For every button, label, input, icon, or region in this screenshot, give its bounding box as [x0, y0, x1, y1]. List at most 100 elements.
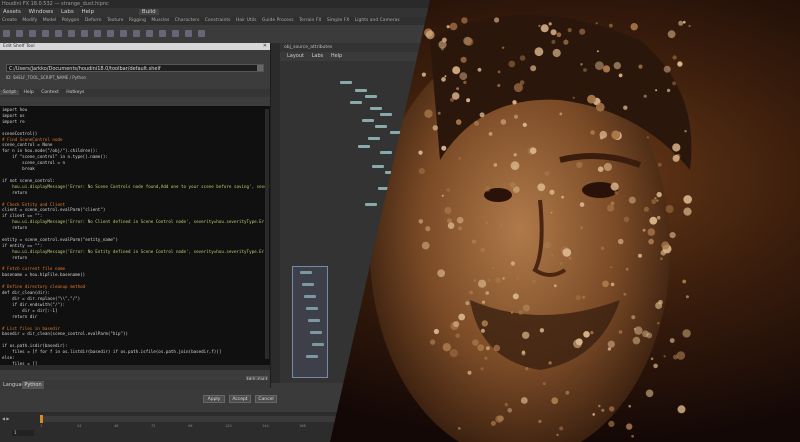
network-node[interactable] [372, 165, 384, 168]
play-controls-icon[interactable]: ◀ ▶ [2, 416, 9, 421]
file-browse-icon[interactable] [257, 65, 263, 71]
dust-particle [510, 261, 516, 266]
language-select[interactable]: Python [22, 381, 44, 389]
network-node[interactable] [355, 89, 367, 92]
frame-field[interactable]: 1 [12, 430, 34, 436]
dust-particle [602, 65, 611, 73]
network-node[interactable] [365, 95, 377, 98]
network-node[interactable] [370, 107, 382, 110]
dust-particle [544, 171, 550, 176]
shelf-tab[interactable]: Rigging [127, 18, 148, 23]
font-tool-icon[interactable] [120, 30, 127, 37]
dust-particle [487, 278, 491, 282]
apply-button[interactable]: Apply [203, 395, 225, 403]
dust-particle [614, 191, 619, 195]
pane-divider[interactable] [270, 43, 280, 383]
dust-particle [657, 322, 660, 325]
network-tab[interactable]: obj_source_attributes [280, 43, 430, 52]
menu-labs[interactable]: Labs [58, 9, 77, 15]
shelf-tab[interactable]: Simple FX [325, 18, 351, 23]
menu-help[interactable]: Help [79, 9, 98, 15]
network-node[interactable] [368, 137, 380, 140]
metaball-tool-icon[interactable] [159, 30, 166, 37]
curve-tool-icon[interactable] [81, 30, 88, 37]
horizontal-scrollbar[interactable] [0, 365, 270, 370]
platonic-tool-icon[interactable] [133, 30, 140, 37]
shelf-tab[interactable]: Model [41, 18, 59, 23]
network-node[interactable] [375, 125, 387, 128]
dust-particle [655, 89, 658, 92]
dust-particle [643, 206, 649, 212]
dust-particle [575, 294, 581, 301]
box-tool-icon[interactable] [16, 30, 23, 37]
network-node[interactable] [362, 119, 374, 122]
shelf-tab[interactable]: Terrain FX [297, 18, 323, 23]
desktop-selector[interactable]: Build [138, 9, 159, 15]
lsystem-tool-icon[interactable] [146, 30, 153, 37]
dust-particle [633, 327, 637, 331]
tab-hotkeys[interactable]: Hotkeys [63, 90, 87, 95]
dust-particle [562, 248, 572, 257]
network-menu-help[interactable]: Help [328, 53, 345, 59]
shelf-file-path-field[interactable]: C:/Users/Jarkko/Documents/houdini18.0/to… [6, 64, 264, 72]
language-row: Language Python [0, 380, 270, 390]
camera-tool-icon[interactable] [185, 30, 192, 37]
sphere-tool-icon[interactable] [3, 30, 10, 37]
script-editor[interactable]: import hou import os import re sceneCont… [0, 106, 270, 365]
code-line: if dir.endswith("/"): [12, 301, 66, 307]
shelf-tab[interactable]: Lights and Cameras [353, 18, 402, 23]
circle-tool-icon[interactable] [68, 30, 75, 37]
tab-context[interactable]: Context [38, 90, 62, 95]
network-node[interactable] [380, 113, 392, 116]
network-node[interactable] [365, 203, 377, 206]
tab-help[interactable]: Help [21, 90, 37, 95]
spray-paint-tool-icon[interactable] [107, 30, 114, 37]
shelf-tab[interactable]: Guide Process [260, 18, 296, 23]
code-line: # List files in basedir [2, 325, 60, 331]
menu-windows[interactable]: Windows [26, 9, 57, 15]
shelf-file-path: C:/Users/Jarkko/Documents/houdini18.0/to… [9, 66, 161, 72]
network-node[interactable] [358, 145, 370, 148]
dust-particle [516, 276, 520, 280]
network-menu-layout[interactable]: Layout [284, 53, 307, 59]
dust-particle [458, 427, 461, 430]
dust-particle [540, 24, 549, 33]
edit-tool-dialog: Edit Shelf Tool ✕ C:/Users/Jarkko/Docume… [0, 43, 271, 388]
selected-node-group[interactable] [292, 266, 328, 378]
accept-button[interactable]: Accept [229, 395, 251, 403]
code-line: basename = hou.hipFile.basename() [2, 272, 86, 278]
shelf-tab[interactable]: Constraints [203, 18, 233, 23]
path-tool-icon[interactable] [94, 30, 101, 37]
tab-script[interactable]: Script [0, 90, 20, 95]
current-frame-marker[interactable] [40, 415, 43, 423]
shelf-tab[interactable]: Texture [105, 18, 125, 23]
shelf-tab[interactable]: Muscles [149, 18, 171, 23]
shelf-tab[interactable]: Modify [20, 18, 39, 23]
network-menu-labs[interactable]: Labs [309, 53, 327, 59]
shelf-tab[interactable]: Polygon [60, 18, 82, 23]
grid-tool-icon[interactable] [29, 30, 36, 37]
shelf-tab[interactable]: Hair Utils [234, 18, 259, 23]
dust-particle [512, 100, 517, 105]
shelf-tab[interactable]: Deform [83, 18, 104, 23]
line-tool-icon[interactable] [55, 30, 62, 37]
dust-particle [532, 279, 536, 284]
dust-particle [682, 329, 691, 338]
shelf-tab[interactable]: Characters [173, 18, 202, 23]
network-node[interactable] [340, 81, 352, 84]
shelf-tab[interactable]: Create [0, 18, 19, 23]
dust-particle [559, 262, 563, 266]
dust-particle [449, 349, 458, 358]
dust-particle [672, 81, 677, 86]
menu-assets[interactable]: Assets [0, 9, 24, 15]
dust-particle [617, 238, 624, 245]
file-tool-icon[interactable] [172, 30, 179, 37]
light-tool-icon[interactable] [198, 30, 205, 37]
network-node[interactable] [350, 101, 362, 104]
cancel-button[interactable]: Cancel [255, 395, 277, 403]
null-tool-icon[interactable] [42, 30, 49, 37]
vertical-scrollbar[interactable] [265, 109, 269, 359]
code-line: import re [2, 118, 25, 124]
close-icon[interactable]: ✕ [263, 43, 267, 50]
network-node[interactable] [380, 151, 392, 154]
